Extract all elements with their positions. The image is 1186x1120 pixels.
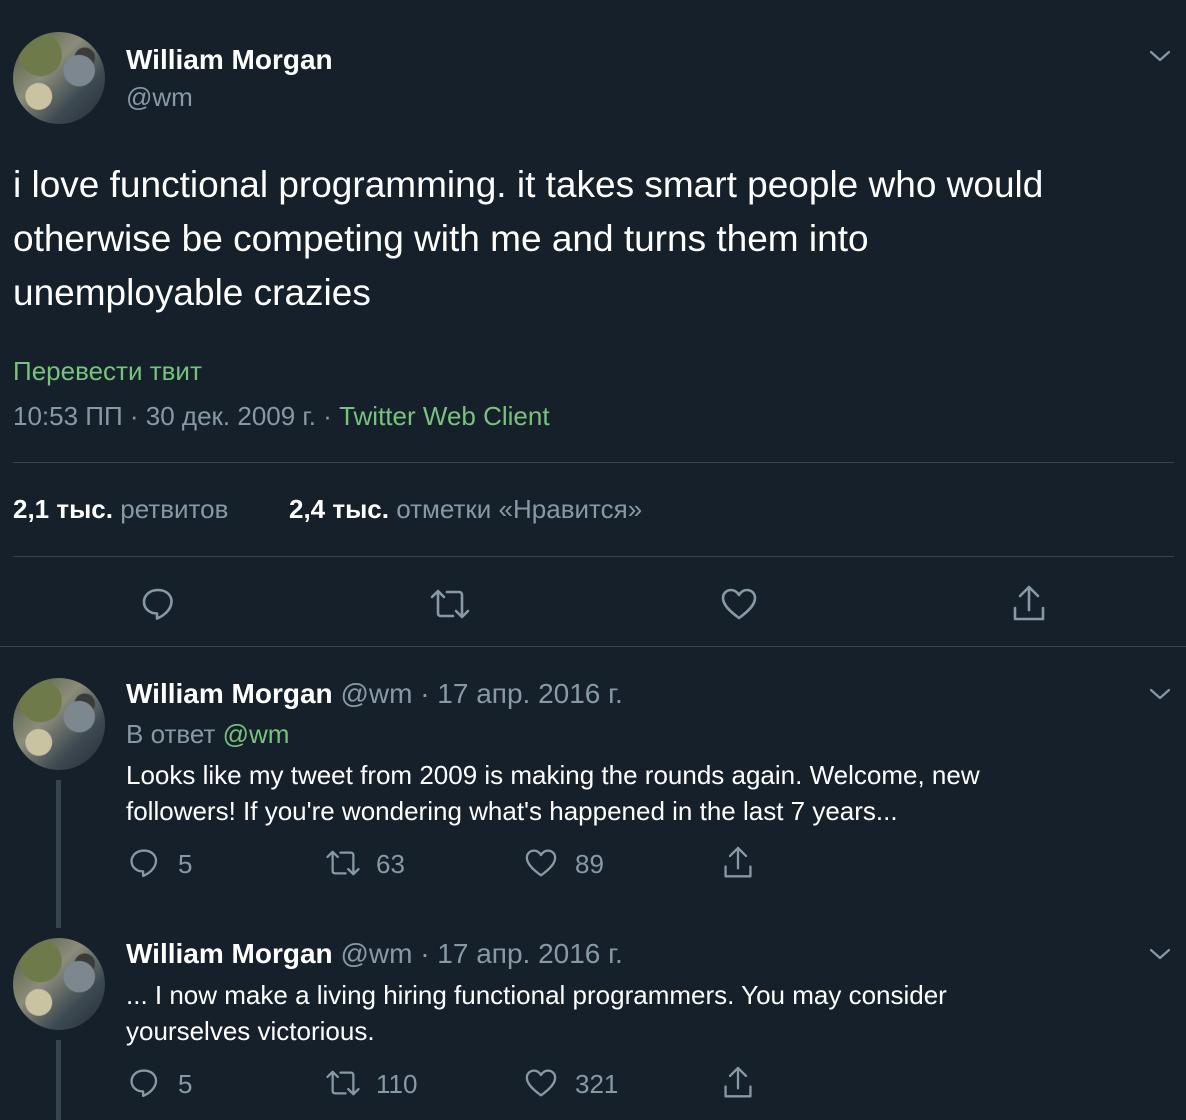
- reply-header: William Morgan @wm · 17 апр. 2016 г.: [126, 678, 623, 710]
- like-count[interactable]: 321: [575, 1069, 618, 1100]
- tweet-meta: 10:53 ПП · 30 дек. 2009 г. · Twitter Web…: [13, 401, 550, 432]
- translate-tweet-link[interactable]: Перевести твит: [13, 356, 202, 387]
- retweet-icon[interactable]: [324, 1067, 362, 1099]
- retweet-icon[interactable]: [428, 586, 472, 622]
- reply-context: В ответ @wm: [126, 719, 289, 750]
- reply-count[interactable]: 5: [178, 1069, 192, 1100]
- author-handle[interactable]: @wm: [340, 678, 412, 709]
- reply-count[interactable]: 5: [178, 849, 192, 880]
- retweets-count[interactable]: 2,1 тыс.: [13, 494, 113, 524]
- retweet-count[interactable]: 110: [376, 1069, 417, 1100]
- retweets-label[interactable]: ретвитов: [120, 494, 228, 524]
- likes-count[interactable]: 2,4 тыс.: [289, 494, 389, 524]
- reply-text-line: Looks like my tweet from 2009 is making …: [126, 760, 980, 790]
- tweet-text: i love functional programming. it takes …: [13, 158, 1043, 320]
- retweet-icon[interactable]: [324, 847, 362, 879]
- chevron-down-icon[interactable]: [1148, 46, 1172, 66]
- reply-date[interactable]: 17 апр. 2016 г.: [437, 938, 622, 969]
- retweet-count[interactable]: 63: [376, 849, 405, 880]
- reply-icon[interactable]: [128, 847, 160, 879]
- timestamp[interactable]: 10:53 ПП · 30 дек. 2009 г. ·: [13, 401, 339, 431]
- reply-prefix: В ответ: [126, 719, 216, 749]
- like-icon[interactable]: [524, 1068, 558, 1098]
- divider: [13, 462, 1174, 463]
- thread-line: [56, 780, 61, 928]
- author-name[interactable]: William Morgan: [126, 678, 333, 709]
- author-name[interactable]: William Morgan: [126, 44, 333, 76]
- client-link[interactable]: Twitter Web Client: [339, 401, 549, 431]
- reply-icon[interactable]: [128, 1067, 160, 1099]
- like-icon[interactable]: [524, 848, 558, 878]
- author-name[interactable]: William Morgan: [126, 938, 333, 969]
- chevron-down-icon[interactable]: [1148, 944, 1172, 964]
- like-count[interactable]: 89: [575, 849, 604, 880]
- reply-text: Looks like my tweet from 2009 is making …: [126, 757, 980, 829]
- reply-text: ... I now make a living hiring functiona…: [126, 977, 947, 1049]
- reply-header: William Morgan @wm · 17 апр. 2016 г.: [126, 938, 623, 970]
- author-handle[interactable]: @wm: [340, 938, 412, 969]
- reply-date[interactable]: 17 апр. 2016 г.: [437, 678, 622, 709]
- tweet-text-line: i love functional programming. it takes …: [13, 164, 1044, 205]
- tweet-text-line: otherwise be competing with me and turns…: [13, 218, 869, 259]
- divider: [13, 556, 1174, 557]
- like-icon[interactable]: [720, 587, 758, 621]
- likes-label[interactable]: отметки «Нравится»: [396, 494, 642, 524]
- share-icon[interactable]: [1011, 584, 1047, 624]
- reply-to-link[interactable]: @wm: [223, 719, 290, 749]
- thread-line: [56, 1040, 61, 1120]
- chevron-down-icon[interactable]: [1148, 684, 1172, 704]
- separator: ·: [420, 938, 430, 969]
- reply-icon[interactable]: [140, 586, 176, 622]
- share-icon[interactable]: [722, 1065, 754, 1101]
- author-handle[interactable]: @wm: [126, 82, 193, 113]
- divider: [0, 646, 1186, 647]
- avatar[interactable]: [13, 678, 105, 770]
- tweet-stats: 2,1 тыс. ретвитов: [13, 494, 228, 525]
- avatar[interactable]: [13, 32, 105, 124]
- avatar[interactable]: [13, 938, 105, 1030]
- reply-text-line: followers! If you're wondering what's ha…: [126, 796, 898, 826]
- separator: ·: [420, 678, 430, 709]
- share-icon[interactable]: [722, 845, 754, 881]
- likes-stat: 2,4 тыс. отметки «Нравится»: [289, 494, 642, 525]
- tweet-text-line: unemployable crazies: [13, 272, 371, 313]
- reply-text-line: yourselves victorious.: [126, 1016, 375, 1046]
- reply-text-line: ... I now make a living hiring functiona…: [126, 980, 947, 1010]
